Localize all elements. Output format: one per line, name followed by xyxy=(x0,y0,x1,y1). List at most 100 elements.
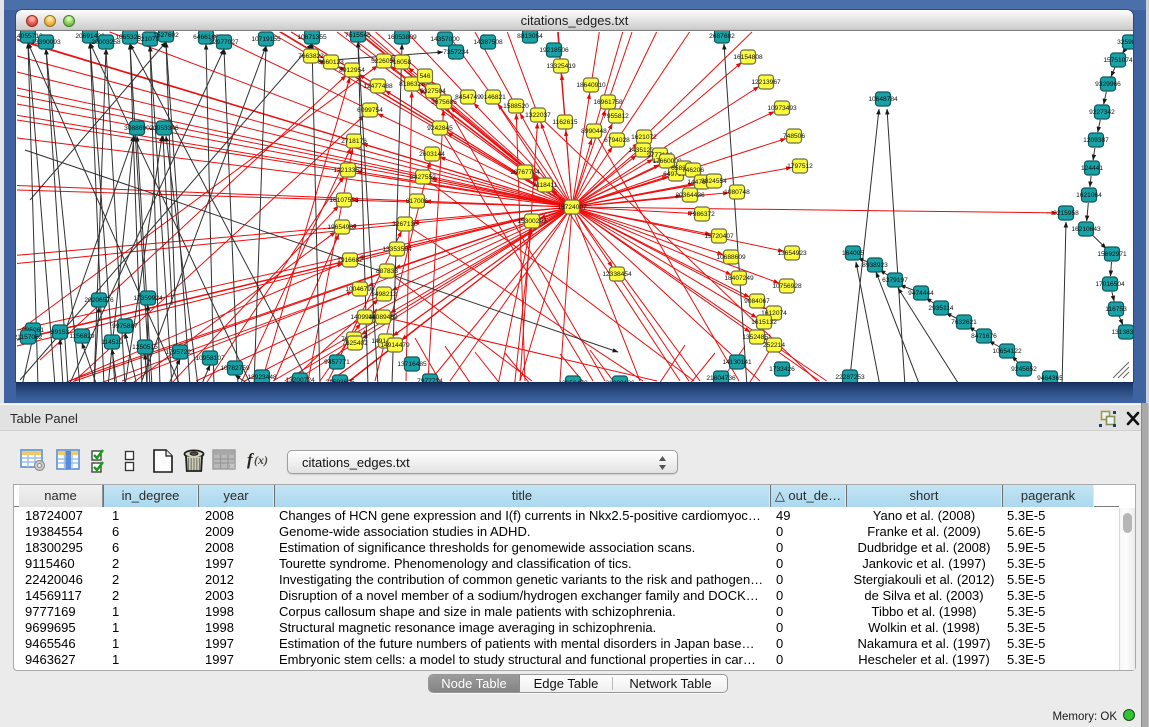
svg-text:1209387: 1209387 xyxy=(1083,137,1109,144)
svg-text:8660123: 8660123 xyxy=(318,59,344,66)
svg-text:21157062: 21157062 xyxy=(16,334,43,341)
svg-text:887833: 887833 xyxy=(376,268,398,275)
svg-text:7632621: 7632621 xyxy=(951,319,977,326)
svg-text:124441: 124441 xyxy=(1081,165,1103,172)
svg-text:9227342: 9227342 xyxy=(1089,109,1115,116)
svg-text:10671355: 10671355 xyxy=(297,34,327,41)
svg-text:746206: 746206 xyxy=(682,167,704,174)
svg-text:10688609: 10688609 xyxy=(716,254,746,261)
svg-text:21593605: 21593605 xyxy=(325,379,355,382)
svg-text:13325419: 13325419 xyxy=(546,63,576,70)
svg-text:8215958: 8215958 xyxy=(1053,210,1079,217)
svg-text:9329966: 9329966 xyxy=(1095,81,1121,88)
svg-text:748506: 748506 xyxy=(783,133,805,140)
svg-text:7118411: 7118411 xyxy=(533,182,558,189)
svg-text:8990448: 8990448 xyxy=(581,128,607,135)
svg-text:12477488: 12477488 xyxy=(363,83,393,90)
svg-text:12656458: 12656458 xyxy=(558,380,588,382)
svg-text:18407249: 18407249 xyxy=(724,275,754,282)
svg-text:1621072: 1621072 xyxy=(631,134,657,141)
svg-text:21209136: 21209136 xyxy=(605,380,635,382)
svg-text:9457771: 9457771 xyxy=(324,359,350,366)
svg-text:9146821: 9146821 xyxy=(480,94,506,101)
svg-text:13200724: 13200724 xyxy=(285,377,315,382)
svg-text:1322037: 1322037 xyxy=(525,112,551,119)
svg-text:7955812: 7955812 xyxy=(603,113,629,120)
svg-text:12338454: 12338454 xyxy=(602,271,632,278)
svg-text:1733426: 1733426 xyxy=(769,366,795,373)
svg-text:21604736: 21604736 xyxy=(706,375,736,382)
svg-text:8938923: 8938923 xyxy=(862,262,888,269)
svg-text:13390093: 13390093 xyxy=(31,39,61,46)
svg-text:1156829: 1156829 xyxy=(69,333,95,340)
svg-text:252214: 252214 xyxy=(763,342,785,349)
svg-text:13654923: 13654923 xyxy=(777,250,807,257)
svg-text:15751074: 15751074 xyxy=(1103,57,1133,64)
svg-text:12923448: 12923448 xyxy=(247,374,277,381)
svg-text:12213363: 12213363 xyxy=(333,167,363,174)
svg-text:9327504: 9327504 xyxy=(420,88,446,95)
svg-text:12213967: 12213967 xyxy=(751,79,781,86)
svg-text:16058: 16058 xyxy=(393,59,412,66)
svg-text:1588520: 1588520 xyxy=(503,103,529,110)
svg-text:16107553: 16107553 xyxy=(329,197,359,204)
svg-text:7515546: 7515546 xyxy=(345,32,371,39)
svg-text:1797512: 1797512 xyxy=(787,163,813,170)
svg-text:20206576: 20206576 xyxy=(84,297,114,304)
svg-text:15300293: 15300293 xyxy=(517,218,547,225)
svg-text:14357000: 14357000 xyxy=(430,36,460,43)
svg-text:17957223: 17957223 xyxy=(165,349,195,356)
svg-text:3498212: 3498212 xyxy=(371,291,397,298)
svg-text:8427552: 8427552 xyxy=(410,174,436,181)
svg-text:7977734: 7977734 xyxy=(417,378,443,382)
svg-text:10958107: 10958107 xyxy=(195,355,225,362)
svg-text:546: 546 xyxy=(419,73,430,80)
svg-text:9245652: 9245652 xyxy=(1011,366,1037,373)
svg-text:13353594: 13353594 xyxy=(382,246,412,253)
svg-text:10648784: 10648784 xyxy=(868,96,898,103)
svg-text:116753: 116753 xyxy=(1105,306,1127,313)
svg-text:22977027: 22977027 xyxy=(209,39,239,46)
svg-text:2718176: 2718176 xyxy=(341,138,367,145)
svg-text:6099754: 6099754 xyxy=(357,107,383,114)
svg-text:20364436: 20364436 xyxy=(675,192,705,199)
svg-text:10719155: 10719155 xyxy=(251,36,281,43)
svg-text:164095: 164095 xyxy=(842,250,864,257)
svg-text:17016504: 17016504 xyxy=(1095,281,1125,288)
svg-text:9084067: 9084067 xyxy=(744,298,770,305)
svg-text:8912954: 8912954 xyxy=(339,67,365,74)
svg-text:18640910: 18640910 xyxy=(576,82,606,89)
svg-text:8471676: 8471676 xyxy=(971,333,997,340)
svg-text:16961758: 16961758 xyxy=(593,99,623,106)
svg-text:9464365: 9464365 xyxy=(1037,375,1063,382)
svg-text:7986372: 7986372 xyxy=(689,211,715,218)
svg-text:3267130: 3267130 xyxy=(392,221,418,228)
svg-text:3088690: 3088690 xyxy=(124,125,150,132)
svg-text:15720407: 15720407 xyxy=(704,233,734,240)
svg-text:817006: 817006 xyxy=(406,198,428,205)
svg-text:8813054: 8813054 xyxy=(517,33,543,40)
svg-text:20767704: 20767704 xyxy=(510,169,540,176)
svg-text:14387508: 14387508 xyxy=(473,39,503,46)
svg-text:14130141: 14130141 xyxy=(722,359,752,366)
svg-text:1916682: 1916682 xyxy=(337,257,363,264)
svg-text:6379197: 6379197 xyxy=(882,277,908,284)
svg-text:10654122: 10654122 xyxy=(992,348,1022,355)
svg-text:13138398: 13138398 xyxy=(1111,329,1133,336)
svg-text:14914479: 14914479 xyxy=(380,342,410,349)
svg-text:16210643: 16210643 xyxy=(1071,226,1101,233)
svg-text:2603144: 2603144 xyxy=(419,151,445,158)
svg-text:15692971: 15692971 xyxy=(1097,251,1127,258)
svg-text:1615132: 1615132 xyxy=(751,319,777,326)
svg-text:3259810: 3259810 xyxy=(1117,39,1133,46)
svg-text:10756928: 10756928 xyxy=(772,283,802,290)
svg-text:16053809: 16053809 xyxy=(387,34,417,41)
svg-text:1162615: 1162615 xyxy=(552,119,578,126)
svg-text:1621064: 1621064 xyxy=(1076,192,1102,199)
svg-text:1527602: 1527602 xyxy=(153,32,179,39)
svg-text:8454749: 8454749 xyxy=(455,94,481,101)
svg-text:18724007: 18724007 xyxy=(557,204,587,211)
svg-text:10782759: 10782759 xyxy=(220,365,250,372)
svg-text:7625402: 7625402 xyxy=(342,340,368,347)
svg-text:9242845: 9242845 xyxy=(427,125,453,132)
